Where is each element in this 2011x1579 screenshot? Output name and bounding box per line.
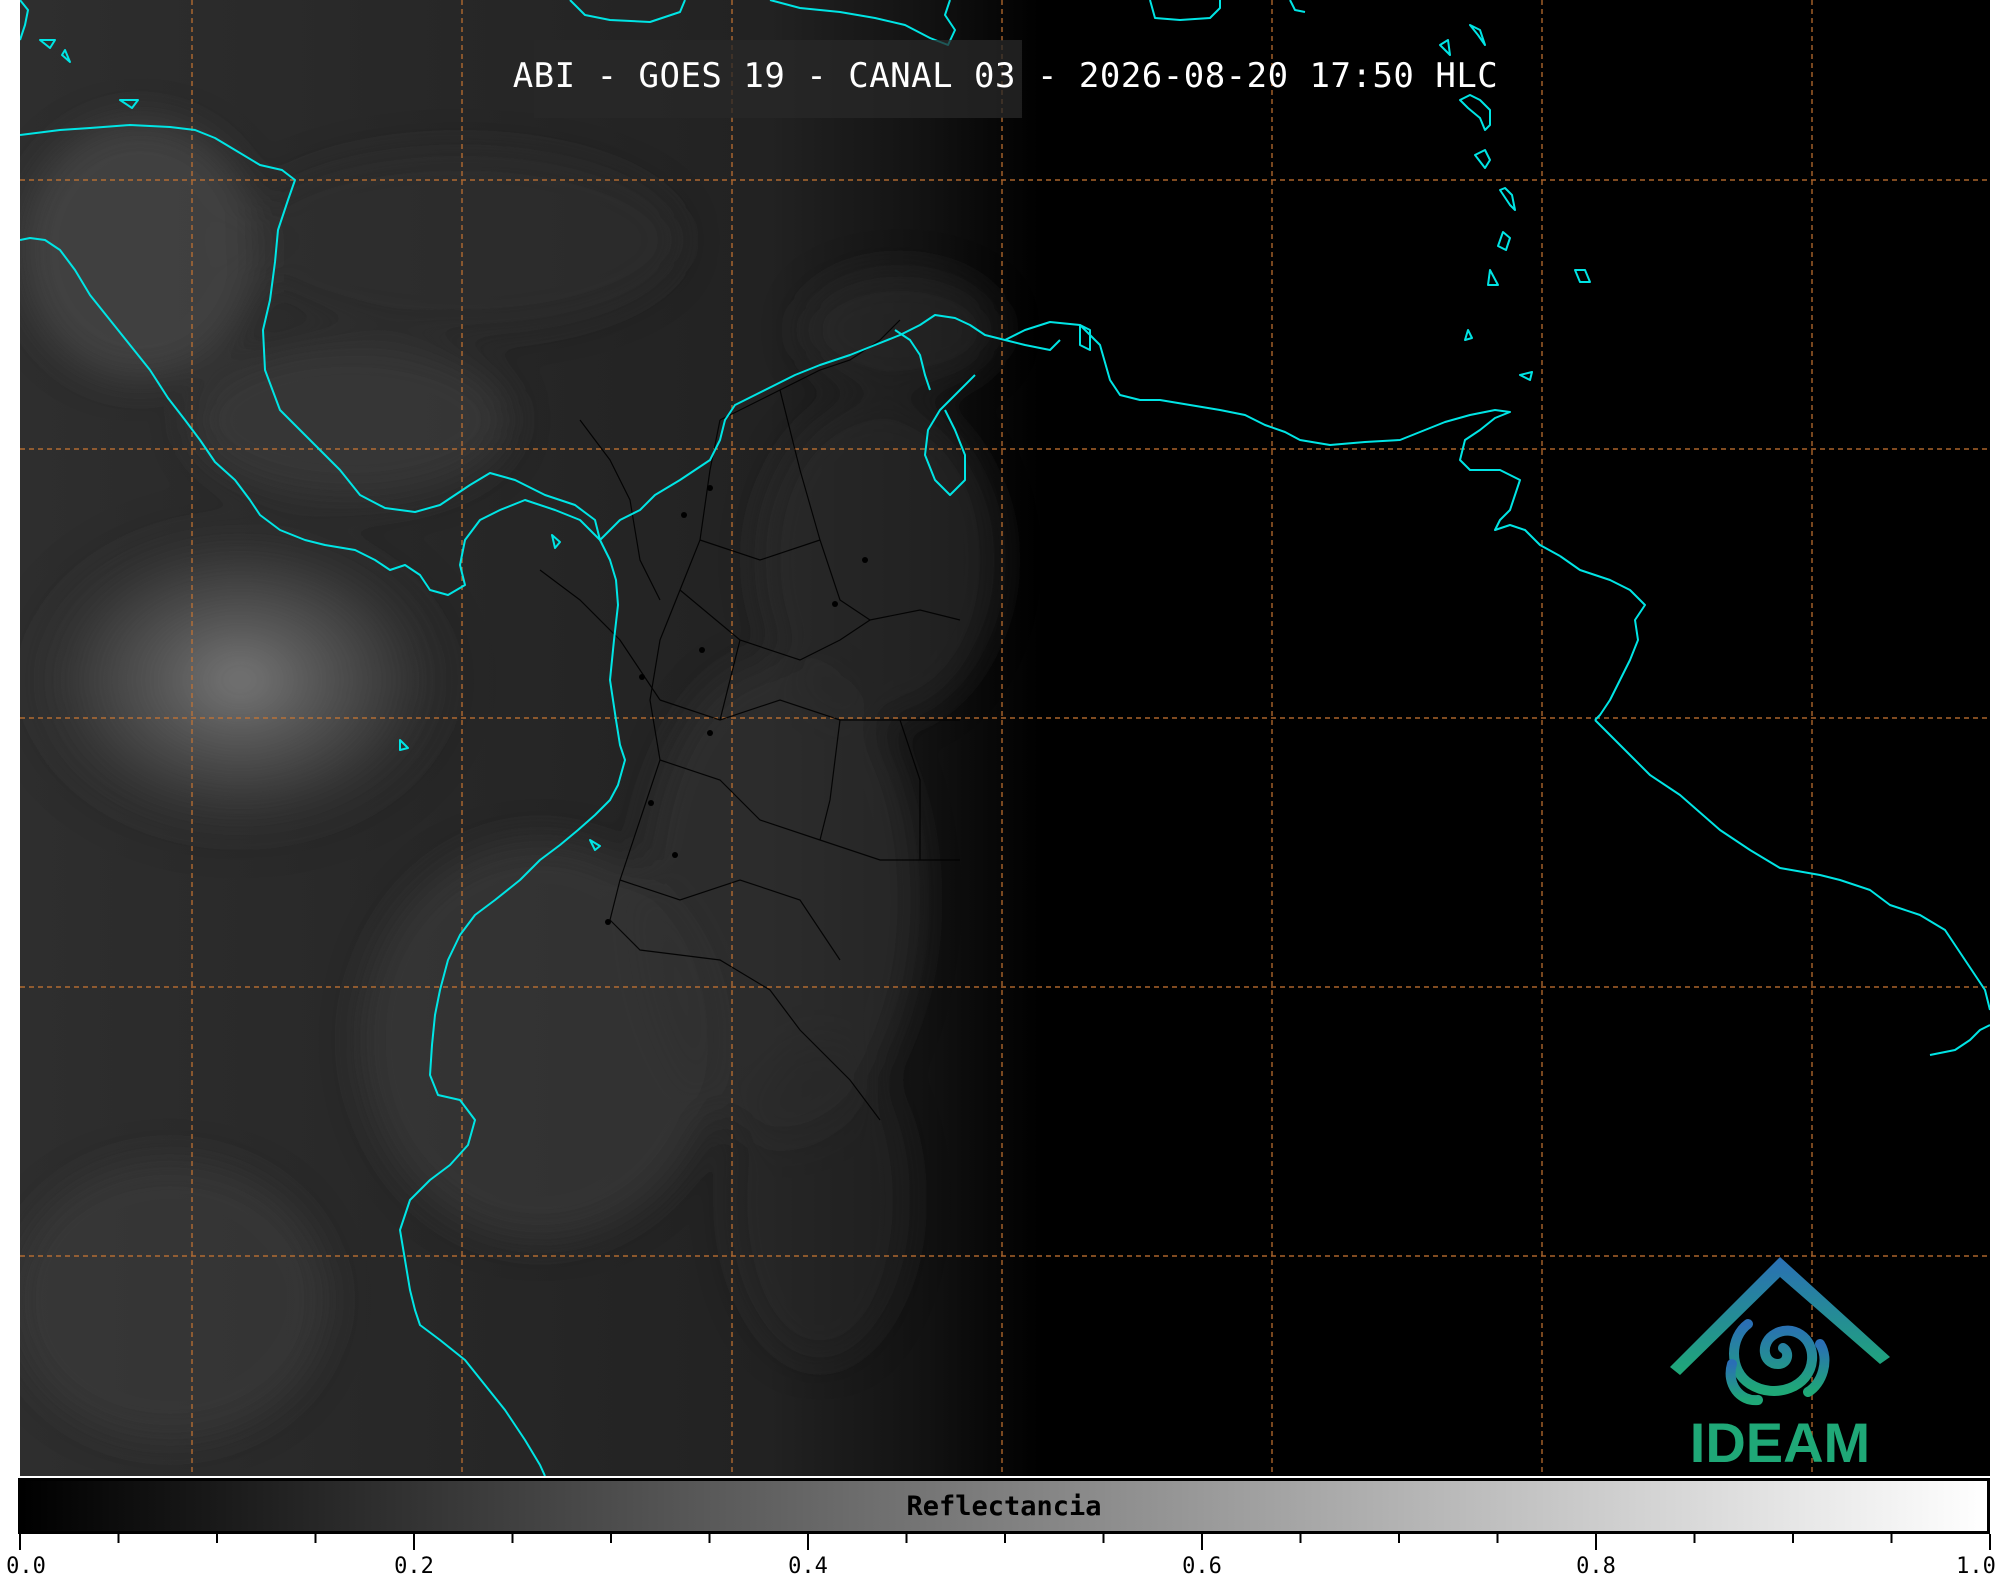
colorbar-tick-label: 0.2 (394, 1554, 434, 1579)
logo-wordmark: IDEAM (1689, 1411, 1871, 1474)
colorbar-tick-label: 0.4 (788, 1554, 828, 1579)
colorbar-tick-label: 0.8 (1576, 1554, 1616, 1579)
colorbar-tick-label: 1.0 (1956, 1554, 1996, 1579)
colorbar-tick-label: 0.0 (6, 1554, 46, 1579)
map-title: ABI - GOES 19 - CANAL 03 - 2026-08-20 17… (512, 56, 1499, 96)
colorbar-label: Reflectancia (906, 1491, 1102, 1522)
colorbar-ticks (19, 1534, 1991, 1550)
colorbar-tick-label: 0.6 (1182, 1554, 1222, 1579)
